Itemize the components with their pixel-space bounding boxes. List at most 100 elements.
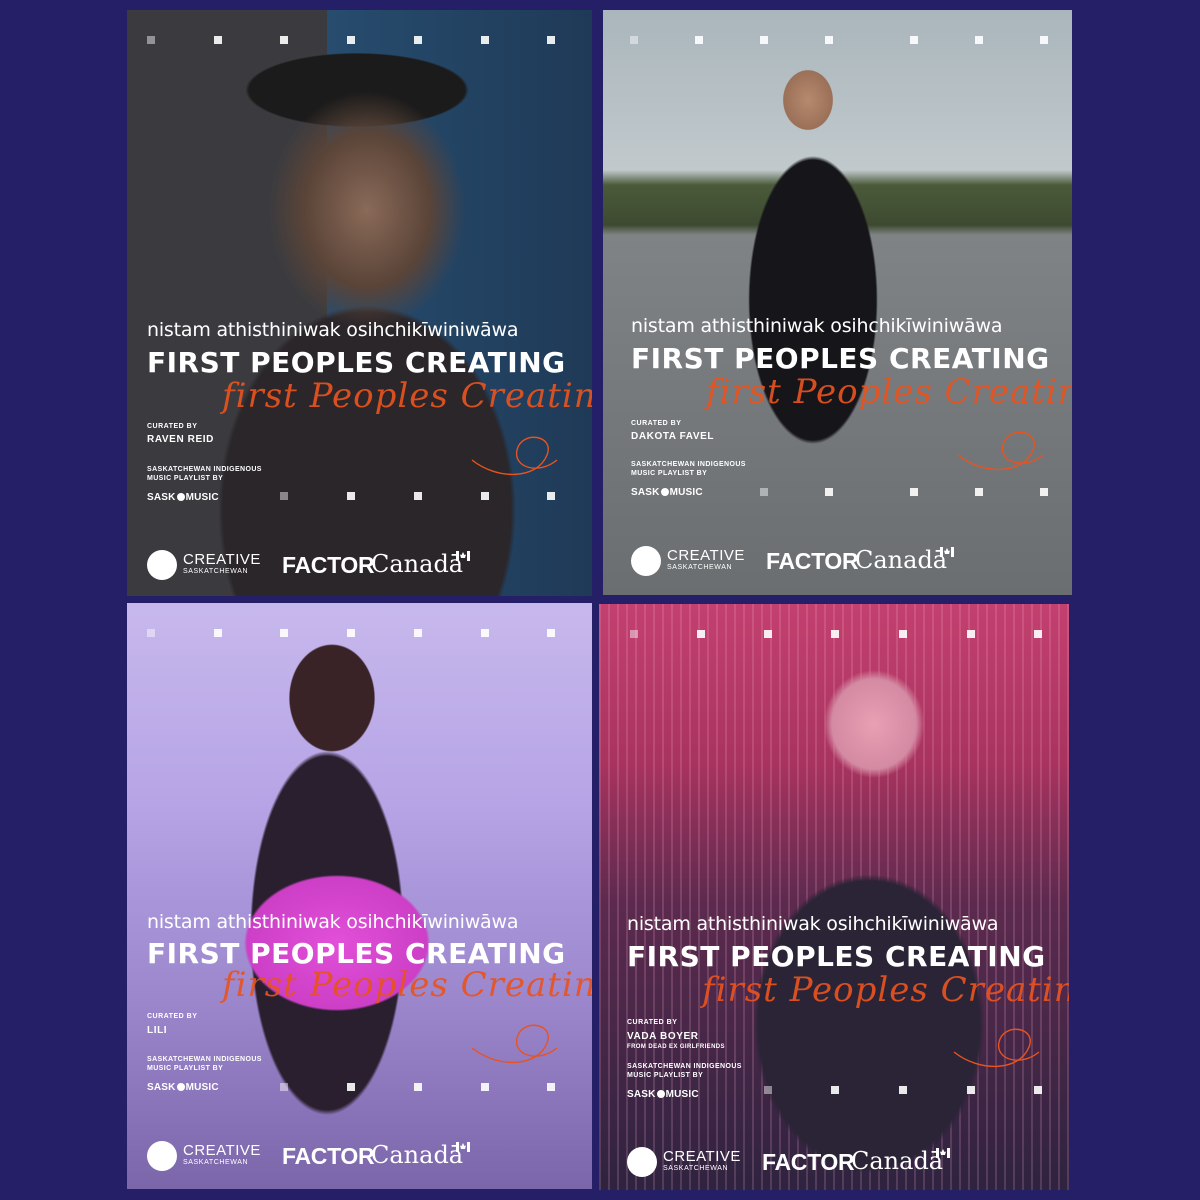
canada-flag-icon <box>940 547 954 557</box>
poster-lili: nistam athisthiniwak osihchikīwiniwāwa F… <box>127 603 592 1189</box>
frame-dot <box>967 630 975 638</box>
factor-logo: FACTOR <box>766 548 859 574</box>
frame-dot <box>347 36 355 44</box>
creative-saskatchewan-icon <box>627 1147 657 1177</box>
sponsor-logos: CREATIVE SASKATCHEWAN FACTOR Canadā <box>147 1139 477 1173</box>
poster-raven-reid: nistam athisthiniwak osihchikīwiniwāwa F… <box>127 10 592 596</box>
creative-logo-text: CREATIVE <box>183 1142 261 1159</box>
frame-dot <box>414 629 422 637</box>
script-title: first Peoples Creating <box>706 372 1072 412</box>
creative-saskatchewan-icon <box>147 1141 177 1171</box>
frame-dot <box>764 630 772 638</box>
playlist-label: SASKATCHEWAN INDIGENOUS MUSIC PLAYLIST B… <box>147 1056 262 1072</box>
poster-title: FIRST PEOPLES CREATING <box>147 346 566 379</box>
frame-dot <box>831 1086 839 1094</box>
frame-dot <box>280 1083 288 1091</box>
cree-title: nistam athisthiniwak osihchikīwiniwāwa <box>147 911 519 933</box>
frame-dot <box>547 492 555 500</box>
cree-title: nistam athisthiniwak osihchikīwiniwāwa <box>631 315 1003 337</box>
sask-music-logo: SASK MUSIC <box>627 1089 699 1100</box>
canada-wordmark: Canadā <box>371 1141 464 1169</box>
sask-logo-icon <box>660 488 669 496</box>
curator-name: VADA BOYER <box>627 1031 699 1042</box>
frame-dot <box>760 488 768 496</box>
script-title: first Peoples Creating <box>222 376 592 416</box>
frame-dot <box>147 629 155 637</box>
factor-logo: FACTOR <box>282 1143 375 1169</box>
saskatchewan-logo-text: SASKATCHEWAN <box>183 1159 249 1166</box>
frame-dot <box>347 492 355 500</box>
frame-dot <box>481 629 489 637</box>
script-swirl-decoration <box>953 1028 1040 1068</box>
saskatchewan-logo-text: SASKATCHEWAN <box>183 568 249 575</box>
curated-by-label: CURATED BY <box>631 420 682 427</box>
frame-dot <box>347 1083 355 1091</box>
sask-logo-icon <box>656 1090 665 1098</box>
sask-logo-left: SASK <box>147 1082 176 1093</box>
script-title: first Peoples Creating <box>702 970 1069 1010</box>
playlist-label: SASKATCHEWAN INDIGENOUS MUSIC PLAYLIST B… <box>631 461 746 477</box>
canada-flag-icon <box>456 1142 470 1152</box>
sask-music-logo: SASK MUSIC <box>147 492 219 503</box>
canada-flag-icon <box>936 1148 950 1158</box>
playlist-label: SASKATCHEWAN INDIGENOUS MUSIC PLAYLIST B… <box>627 1063 742 1079</box>
frame-dot <box>414 36 422 44</box>
frame-dot <box>280 36 288 44</box>
cree-title: nistam athisthiniwak osihchikīwiniwāwa <box>147 319 519 341</box>
sask-logo-left: SASK <box>631 487 660 498</box>
sask-logo-left: SASK <box>627 1089 656 1100</box>
artist-photo <box>603 10 1072 595</box>
curated-by-label: CURATED BY <box>627 1019 678 1026</box>
sask-logo-left: SASK <box>147 492 176 503</box>
curator-name: LILI <box>147 1025 168 1036</box>
frame-dot <box>280 629 288 637</box>
frame-dot <box>899 630 907 638</box>
frame-dot <box>1040 488 1048 496</box>
creative-saskatchewan-icon <box>147 550 177 580</box>
script-title: first Peoples Creating <box>222 965 592 1005</box>
frame-dot <box>630 630 638 638</box>
frame-dot <box>910 36 918 44</box>
frame-dot <box>214 629 222 637</box>
frame-dot <box>1034 1086 1042 1094</box>
script-swirl-decoration <box>471 436 558 476</box>
sask-logo-right: MUSIC <box>665 1089 699 1100</box>
creative-logo-text: CREATIVE <box>667 547 745 564</box>
frame-dot <box>547 629 555 637</box>
frame-dot <box>547 36 555 44</box>
creative-logo-text: CREATIVE <box>663 1148 741 1165</box>
factor-logo: FACTOR <box>762 1149 855 1175</box>
frame-dot <box>147 36 155 44</box>
artist-photo <box>127 603 592 1189</box>
sask-music-logo: SASK MUSIC <box>147 1082 219 1093</box>
sponsor-logos: CREATIVE SASKATCHEWAN FACTOR Canadā <box>627 1145 957 1179</box>
frame-dot <box>547 1083 555 1091</box>
sask-music-logo: SASK MUSIC <box>631 487 703 498</box>
frame-dot <box>414 492 422 500</box>
frame-dot <box>831 630 839 638</box>
frame-dot <box>481 492 489 500</box>
canada-wordmark: Canadā <box>851 1147 944 1175</box>
canada-flag-icon <box>456 551 470 561</box>
frame-dot <box>899 1086 907 1094</box>
frame-dot <box>764 1086 772 1094</box>
creative-saskatchewan-icon <box>631 546 661 576</box>
sask-logo-icon <box>176 1083 185 1091</box>
sask-logo-icon <box>176 493 185 501</box>
playlist-label: SASKATCHEWAN INDIGENOUS MUSIC PLAYLIST B… <box>147 466 262 482</box>
curator-band: FROM DEAD EX GIRLFRIENDS <box>627 1044 725 1050</box>
curator-name: DAKOTA FAVEL <box>631 431 715 442</box>
sask-logo-right: MUSIC <box>185 1082 219 1093</box>
poster-vada-boyer: nistam athisthiniwak osihchikīwiniwāwa F… <box>599 604 1069 1190</box>
frame-dot <box>481 1083 489 1091</box>
curated-by-label: CURATED BY <box>147 423 198 430</box>
frame-dot <box>214 36 222 44</box>
poster-title: FIRST PEOPLES CREATING <box>631 342 1050 375</box>
script-swirl-decoration <box>471 1024 558 1064</box>
frame-dot <box>1034 630 1042 638</box>
frame-dot <box>481 36 489 44</box>
frame-dot <box>975 36 983 44</box>
frame-dot <box>697 630 705 638</box>
sponsor-logos: CREATIVE SASKATCHEWAN FACTOR Canadā <box>631 544 961 578</box>
artist-photo <box>599 604 1069 1190</box>
